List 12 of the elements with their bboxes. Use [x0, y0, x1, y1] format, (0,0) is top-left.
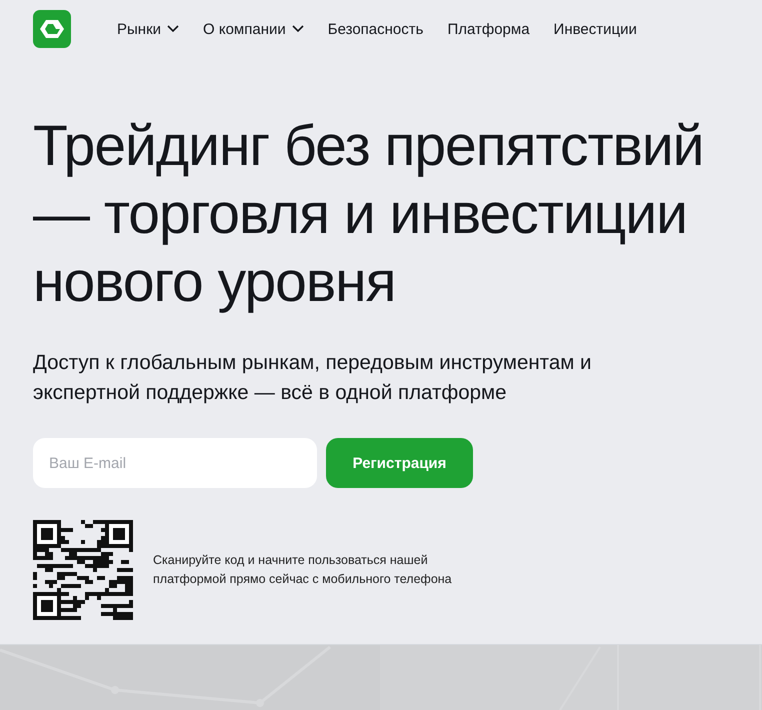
chevron-down-icon: [167, 25, 180, 33]
nav-link[interactable]: Безопасность: [328, 20, 424, 38]
email-field[interactable]: Ваш E-mail: [33, 438, 317, 488]
chevron-down-icon: [292, 25, 304, 33]
hero-subtitle: Доступ к глобальным рынкам, передовым инструментам и экспертной поддержке — всё в одной платформе: [33, 350, 592, 406]
logo-icon[interactable]: [33, 10, 71, 48]
qr-caption: Сканируйте код и начните пользоваться нашей платформой прямо сейчас с мобильного телефона: [153, 552, 453, 588]
nav-link[interactable]: Рынки: [117, 20, 180, 38]
nav-link[interactable]: Инвестиции: [554, 20, 637, 38]
nav-link[interactable]: О компании: [203, 20, 304, 38]
nav-link[interactable]: Платформа: [447, 20, 530, 38]
hero-heading: Трейдинг без препятствий — торговля и инвестиции нового уровня: [33, 113, 705, 316]
